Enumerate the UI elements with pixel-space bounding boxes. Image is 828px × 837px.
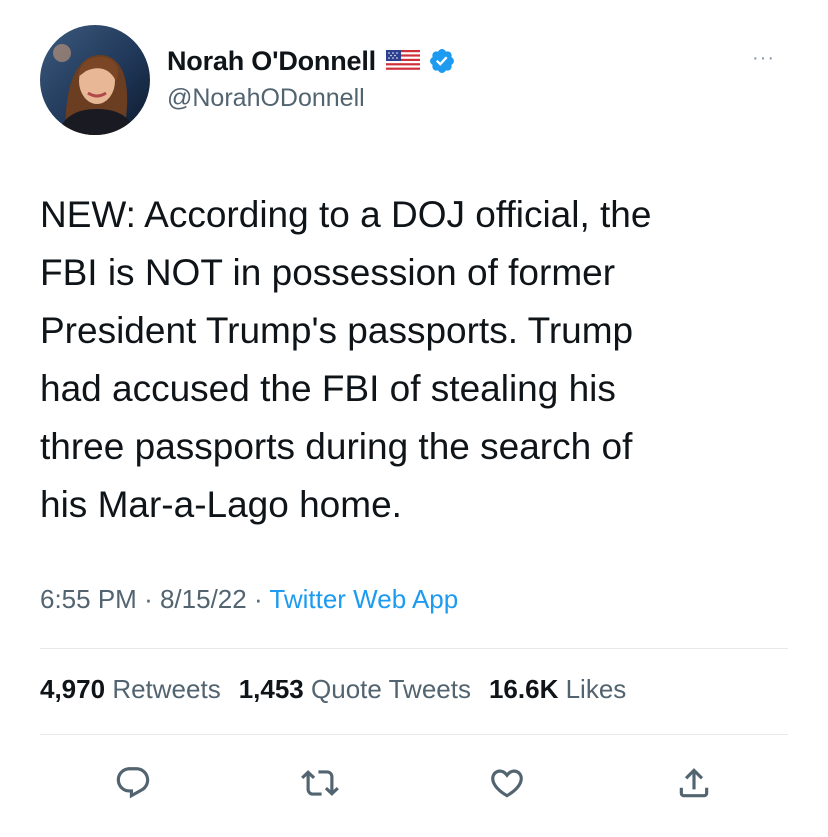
tweet-stats: 4,970 Retweets 1,453 Quote Tweets 16.6K … <box>40 674 626 705</box>
retweets-stat[interactable]: 4,970 Retweets <box>40 674 221 705</box>
likes-stat[interactable]: 16.6K Likes <box>489 674 626 705</box>
retweets-label: Retweets <box>112 674 221 704</box>
quote-tweets-label: Quote Tweets <box>311 674 471 704</box>
verified-badge-icon <box>428 47 456 75</box>
tweet-time[interactable]: 6:55 PM <box>40 584 137 614</box>
meta-separator: · <box>144 584 153 614</box>
share-icon <box>679 768 709 798</box>
quote-tweets-stat[interactable]: 1,453 Quote Tweets <box>239 674 471 705</box>
tweet-source-link[interactable]: Twitter Web App <box>269 584 458 614</box>
quote-tweets-count: 1,453 <box>238 674 304 704</box>
reply-icon <box>116 767 150 799</box>
tweet-date[interactable]: 8/15/22 <box>160 584 247 614</box>
divider <box>40 734 788 735</box>
avatar[interactable] <box>40 25 150 135</box>
more-options-button[interactable]: ··· <box>752 48 775 68</box>
divider <box>40 648 788 649</box>
like-icon <box>491 769 523 798</box>
retweet-icon <box>301 770 339 796</box>
reply-button[interactable] <box>110 760 156 806</box>
author-handle[interactable]: @NorahODonnell <box>167 84 365 113</box>
like-button[interactable] <box>484 760 530 806</box>
meta-separator: · <box>253 584 263 614</box>
likes-label: Likes <box>565 674 627 704</box>
retweets-count: 4,970 <box>40 674 106 704</box>
retweet-button[interactable] <box>297 760 343 806</box>
author-name-row: Norah O'Donnell <box>167 42 456 80</box>
share-button[interactable] <box>671 760 717 806</box>
tweet-text: NEW: According to a DOJ official, the FB… <box>40 194 652 525</box>
tweet-meta: 6:55 PM · 8/15/22 · Twitter Web App <box>40 584 458 615</box>
likes-count: 16.6K <box>488 674 559 704</box>
us-flag-icon <box>385 50 420 72</box>
author-name[interactable]: Norah O'Donnell <box>167 46 376 77</box>
